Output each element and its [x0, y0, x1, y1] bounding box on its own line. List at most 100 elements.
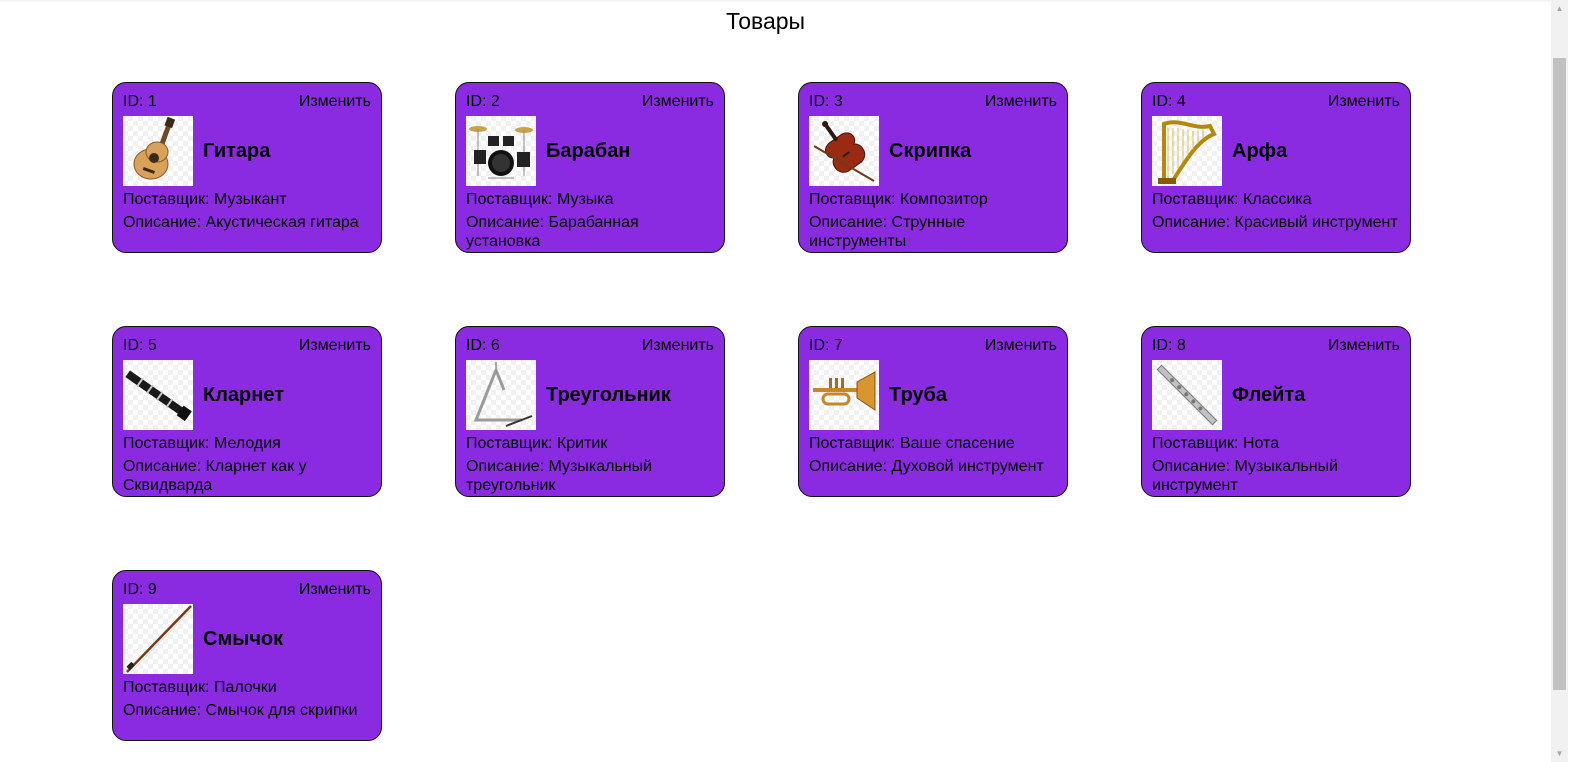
product-card-5: ID: 5 Изменить Кларнет Поставщик: Мелоди… [112, 326, 382, 497]
description-label: Описание: [809, 458, 892, 475]
card-header: ID: 7 Изменить [809, 336, 1057, 355]
product-supplier: Поставщик: Нота [1152, 434, 1400, 453]
harp-icon [1152, 116, 1222, 186]
scroll-up-arrow-icon[interactable]: ▲ [1551, 0, 1568, 17]
description-value: Красивый инструмент [1234, 214, 1398, 231]
edit-button[interactable]: Изменить [642, 92, 714, 111]
product-description: Описание: Кларнет как у Сквидварда [123, 457, 371, 495]
top-divider [0, 0, 1551, 3]
supplier-label: Поставщик: [1152, 191, 1243, 208]
product-name: Кларнет [203, 384, 284, 406]
product-description: Описание: Красивый инструмент [1152, 213, 1400, 232]
edit-button[interactable]: Изменить [299, 336, 371, 355]
product-name: Труба [889, 384, 948, 406]
product-image-violin [809, 116, 879, 186]
scroll-down-arrow-icon[interactable]: ▼ [1551, 745, 1568, 762]
product-id-value: 1 [147, 93, 157, 110]
product-id-label: ID: [809, 93, 834, 110]
product-id: ID: 7 [809, 336, 843, 355]
description-label: Описание: [123, 458, 206, 475]
card-body: Гитара [123, 116, 371, 186]
edit-button[interactable]: Изменить [299, 92, 371, 111]
scrollbar-thumb[interactable] [1553, 58, 1566, 690]
product-id: ID: 8 [1152, 336, 1186, 355]
supplier-value: Палочки [213, 679, 277, 696]
supplier-label: Поставщик: [809, 191, 900, 208]
product-card-1: ID: 1 Изменить Гитара Поставщик: Музыкан… [112, 82, 382, 253]
description-label: Описание: [123, 214, 206, 231]
product-image-guitar [123, 116, 193, 186]
product-supplier: Поставщик: Критик [466, 434, 714, 453]
product-id-label: ID: [1152, 93, 1177, 110]
product-description: Описание: Барабанная установка [466, 213, 714, 251]
card-body: Барабан [466, 116, 714, 186]
clarinet-icon [123, 360, 193, 430]
product-id-label: ID: [123, 337, 148, 354]
product-id-value: 5 [147, 337, 157, 354]
card-body: Кларнет [123, 360, 371, 430]
description-label: Описание: [123, 702, 206, 719]
product-id-label: ID: [123, 581, 148, 598]
supplier-value: Ваше спасение [899, 435, 1015, 452]
window-edge [1568, 0, 1580, 762]
description-label: Описание: [466, 458, 549, 475]
product-name: Треугольник [546, 384, 671, 406]
supplier-label: Поставщик: [1152, 435, 1243, 452]
edit-button[interactable]: Изменить [1328, 92, 1400, 111]
product-id-label: ID: [466, 93, 491, 110]
edit-button[interactable]: Изменить [985, 92, 1057, 111]
product-id: ID: 5 [123, 336, 157, 355]
card-header: ID: 4 Изменить [1152, 92, 1400, 111]
product-card-4: ID: 4 Изменить Арфа Поставщик: Классика … [1141, 82, 1411, 253]
product-name: Гитара [203, 140, 271, 162]
edit-button[interactable]: Изменить [299, 580, 371, 599]
card-header: ID: 6 Изменить [466, 336, 714, 355]
vertical-scrollbar[interactable]: ▲ ▼ [1551, 0, 1568, 762]
product-id-value: 4 [1176, 93, 1186, 110]
product-description: Описание: Акустическая гитара [123, 213, 371, 232]
product-card-6: ID: 6 Изменить Треугольник Поставщик: Кр… [455, 326, 725, 497]
card-body: Треугольник [466, 360, 714, 430]
supplier-value: Музыка [556, 191, 614, 208]
edit-button[interactable]: Изменить [1328, 336, 1400, 355]
product-card-9: ID: 9 Изменить Смычок Поставщик: Палочки… [112, 570, 382, 741]
supplier-label: Поставщик: [809, 435, 900, 452]
product-supplier: Поставщик: Музыка [466, 190, 714, 209]
product-id-value: 6 [490, 337, 500, 354]
supplier-label: Поставщик: [466, 191, 557, 208]
product-id: ID: 2 [466, 92, 500, 111]
product-id-value: 7 [833, 337, 843, 354]
product-id-value: 3 [833, 93, 843, 110]
supplier-value: Композитор [899, 191, 988, 208]
supplier-value: Мелодия [213, 435, 281, 452]
supplier-label: Поставщик: [123, 435, 214, 452]
product-supplier: Поставщик: Композитор [809, 190, 1057, 209]
supplier-value: Критик [556, 435, 608, 452]
product-name: Смычок [203, 628, 284, 650]
bow-icon [123, 604, 193, 674]
product-id: ID: 9 [123, 580, 157, 599]
supplier-label: Поставщик: [466, 435, 557, 452]
browser-viewport: Товары ID: 1 Изменить Гитара Поставщик: … [0, 0, 1580, 762]
product-id-label: ID: [1152, 337, 1177, 354]
product-supplier: Поставщик: Классика [1152, 190, 1400, 209]
product-id: ID: 6 [466, 336, 500, 355]
supplier-label: Поставщик: [123, 191, 214, 208]
card-body: Смычок [123, 604, 371, 674]
product-card-2: ID: 2 Изменить Барабан Поставщик: Музыка… [455, 82, 725, 253]
guitar-icon [123, 116, 193, 186]
edit-button[interactable]: Изменить [985, 336, 1057, 355]
product-image-flute [1152, 360, 1222, 430]
triangle-icon [466, 360, 536, 430]
card-body: Скрипка [809, 116, 1057, 186]
product-description: Описание: Духовой инструмент [809, 457, 1057, 476]
product-card-3: ID: 3 Изменить Скрипка Поставщик: Композ… [798, 82, 1068, 253]
product-id-value: 9 [147, 581, 157, 598]
product-card-7: ID: 7 Изменить Труба Поставщик: Ваше спа… [798, 326, 1068, 497]
description-label: Описание: [1152, 458, 1235, 475]
product-description: Описание: Смычок для скрипки [123, 701, 371, 720]
product-description: Описание: Музыкальный треугольник [466, 457, 714, 495]
product-name: Флейта [1232, 384, 1306, 406]
edit-button[interactable]: Изменить [642, 336, 714, 355]
product-supplier: Поставщик: Мелодия [123, 434, 371, 453]
